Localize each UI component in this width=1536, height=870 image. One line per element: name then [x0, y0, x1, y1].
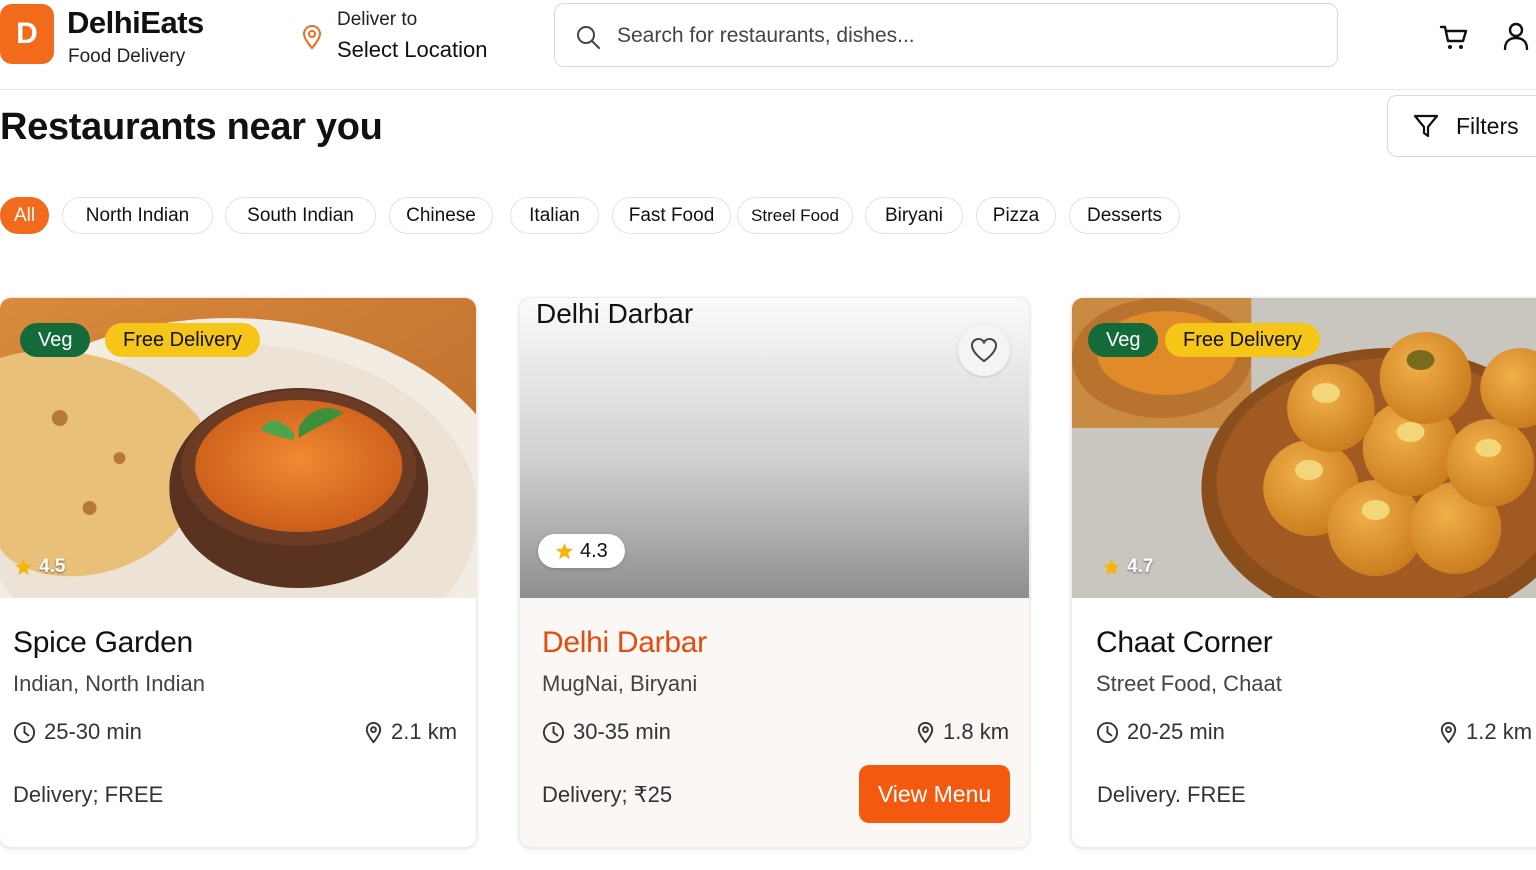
location-pin-icon: [1440, 721, 1457, 744]
heart-icon: [970, 337, 998, 363]
cart-icon[interactable]: [1438, 22, 1470, 52]
chip-chinese[interactable]: Chinese: [389, 197, 493, 234]
search-icon: [577, 26, 600, 49]
delivery-fee: Delivery. FREE: [1097, 782, 1246, 807]
delivery-time-value: 30-35 min: [573, 719, 671, 744]
chip-biryani[interactable]: Biryani: [865, 197, 963, 234]
brand-subtitle: Food Delivery: [68, 46, 186, 67]
restaurant-name[interactable]: Spice Garden: [13, 626, 193, 660]
filters-button[interactable]: Filters: [1387, 95, 1536, 157]
filters-label: Filters: [1456, 112, 1519, 139]
chip-south-indian[interactable]: South Indian: [225, 197, 376, 234]
restaurant-card[interactable]: Delhi Darbar 4.3 Delhi Darbar MugNai, Bi…: [519, 297, 1030, 848]
restaurant-cuisine: Street Food, Chaat: [1096, 671, 1282, 696]
top-header: D DelhiEats Food Delivery Deliver to Sel…: [0, 0, 1536, 90]
location-pin-icon[interactable]: [300, 24, 324, 50]
free-delivery-badge: Free Delivery: [105, 323, 260, 357]
image-title-overlay: Delhi Darbar: [536, 298, 694, 329]
clock-icon: [13, 721, 36, 743]
delivery-time: 30-35 min: [542, 719, 671, 745]
chip-pizza[interactable]: Pizza: [976, 197, 1056, 234]
deliver-to-label: Deliver to: [337, 9, 418, 30]
favorite-button[interactable]: [958, 324, 1010, 376]
restaurant-cuisine: MugNai, Biryani: [542, 671, 698, 696]
distance: 1.8 km: [914, 719, 1009, 745]
rating-badge: 4.3: [538, 534, 625, 568]
chip-north-indian[interactable]: North Indian: [62, 197, 213, 234]
distance-value: 1.8 km: [943, 719, 1010, 744]
chip-fast-food[interactable]: Fast Food: [612, 197, 731, 234]
delivery-time: 25-30 min: [13, 719, 142, 745]
filter-funnel-icon: [1413, 114, 1439, 138]
rating-badge: 4.7: [1102, 556, 1153, 578]
chip-street-food[interactable]: Streel Food: [737, 197, 853, 234]
veg-badge: Veg: [20, 323, 91, 357]
rating-value: 4.5: [39, 556, 66, 577]
rating-value: 4.7: [1127, 556, 1154, 577]
delivery-fee: Delivery; FREE: [13, 782, 164, 807]
clock-icon: [542, 721, 565, 743]
restaurant-name[interactable]: Chaat Corner: [1096, 626, 1273, 660]
page-title: Restaurants near you: [0, 106, 383, 148]
restaurant-name[interactable]: Delhi Darbar: [542, 626, 707, 660]
chip-italian[interactable]: Italian: [510, 197, 599, 234]
delivery-time: 20-25 min: [1096, 719, 1225, 745]
delivery-fee: Delivery; ₹25: [542, 782, 673, 807]
star-icon: [1102, 558, 1121, 575]
brand-name[interactable]: DelhiEats: [67, 5, 204, 41]
veg-badge: Veg: [1088, 323, 1159, 357]
rating-badge: 4.5: [14, 556, 65, 578]
location-pin-icon: [917, 721, 934, 744]
select-location-link[interactable]: Select Location: [337, 37, 487, 63]
distance: 2.1 km: [362, 719, 457, 745]
search-input[interactable]: [617, 18, 1317, 54]
logo-badge[interactable]: D: [0, 4, 54, 64]
clock-icon: [1096, 721, 1119, 743]
restaurant-cuisine: Indian, North Indian: [13, 671, 206, 696]
search-bar[interactable]: [554, 3, 1338, 67]
star-icon: [14, 558, 33, 575]
distance-value: 1.2 km: [1466, 719, 1533, 744]
chip-desserts[interactable]: Desserts: [1069, 197, 1180, 234]
free-delivery-badge: Free Delivery: [1165, 323, 1320, 357]
delivery-time-value: 25-30 min: [44, 719, 142, 744]
chip-all[interactable]: All: [0, 197, 49, 234]
delivery-time-value: 20-25 min: [1127, 719, 1225, 744]
rating-value: 4.3: [580, 539, 608, 562]
location-pin-icon: [365, 721, 382, 744]
distance-value: 2.1 km: [391, 719, 458, 744]
star-icon: [555, 542, 574, 559]
view-menu-button[interactable]: View Menu: [859, 765, 1010, 823]
restaurant-card[interactable]: Veg Free Delivery 4.5 Spice Garden India…: [0, 297, 477, 848]
restaurant-card[interactable]: Veg Free Delivery 4.7 Chaat Corner Stree…: [1071, 297, 1536, 848]
user-profile-icon[interactable]: [1502, 21, 1530, 51]
distance: 1.2 km: [1437, 719, 1532, 745]
